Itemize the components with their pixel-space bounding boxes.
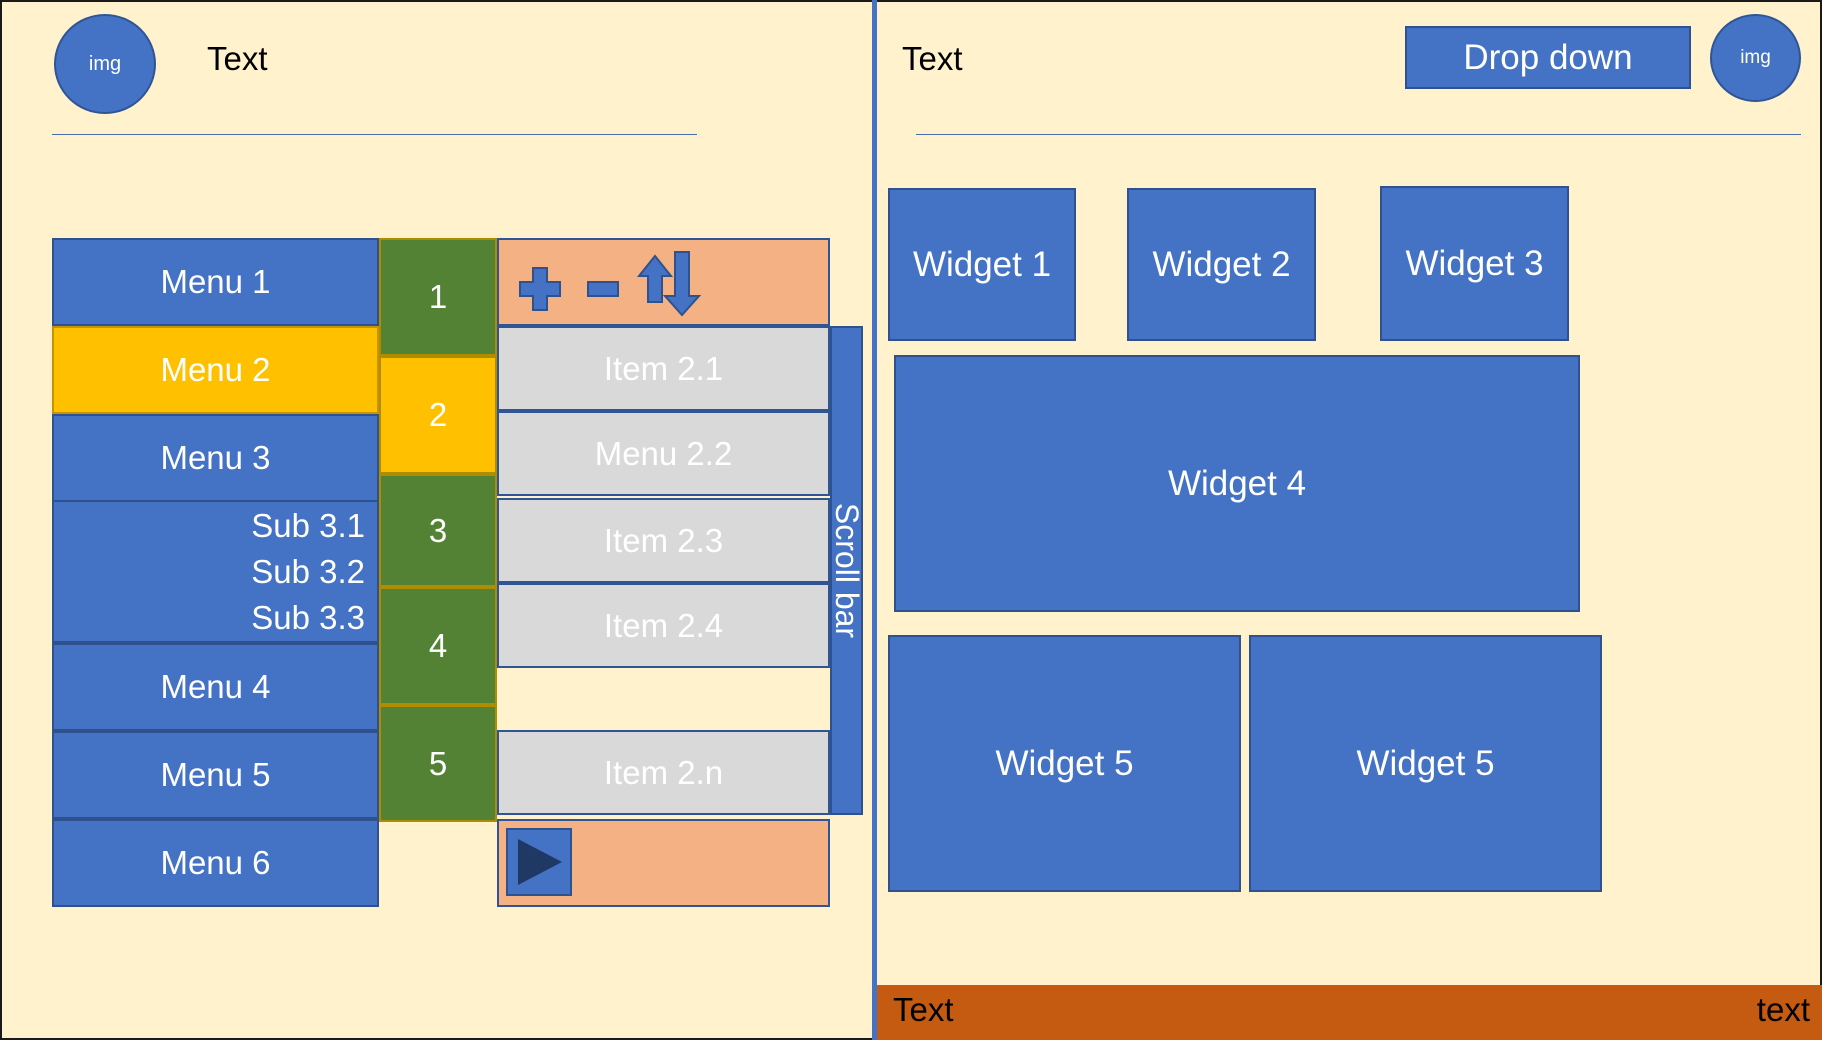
widget-1[interactable]: Widget 1 — [888, 188, 1076, 341]
play-button[interactable] — [506, 828, 572, 896]
number-tab-5[interactable]: 5 — [379, 705, 497, 822]
number-tab-label: 1 — [428, 278, 448, 315]
minus-icon[interactable] — [587, 281, 619, 297]
arrow-down-icon[interactable] — [662, 251, 702, 317]
list-item-label: Item 2.1 — [603, 349, 724, 387]
number-tab-1[interactable]: 1 — [379, 238, 497, 356]
list-item[interactable]: Item 2.4 — [497, 583, 830, 668]
menu-item-label: Menu 3 — [160, 439, 271, 476]
widget-5[interactable]: Widget 5 — [888, 635, 1241, 892]
number-tab-label: 2 — [428, 396, 448, 433]
list-item[interactable]: Item 2.3 — [497, 498, 830, 583]
menu-item-label: Menu 6 — [160, 844, 271, 881]
dropdown-button[interactable]: Drop down — [1405, 26, 1691, 89]
menu-item-label: Menu 5 — [160, 756, 271, 793]
number-tab-label: 5 — [428, 744, 448, 782]
submenu-item-3-2[interactable]: Sub 3.2 — [251, 549, 365, 595]
right-title: Text — [902, 40, 963, 77]
menu-item-5[interactable]: Menu 5 — [52, 731, 379, 819]
menu-item-6[interactable]: Menu 6 — [52, 819, 379, 907]
number-tab-3[interactable]: 3 — [379, 474, 497, 587]
right-divider-line — [916, 134, 1801, 135]
widget-4[interactable]: Widget 4 — [894, 355, 1580, 612]
status-bar: Text text — [877, 985, 1822, 1040]
panel-divider — [872, 0, 877, 1040]
number-tab-2[interactable]: 2 — [379, 356, 497, 474]
dropdown-label: Drop down — [1463, 37, 1633, 77]
list-item-label: Menu 2.2 — [594, 434, 733, 472]
list-item-label: Item 2.3 — [603, 521, 724, 559]
menu-item-4[interactable]: Menu 4 — [52, 643, 379, 731]
widget-label: Widget 5 — [1356, 743, 1495, 783]
widget-label: Widget 4 — [1167, 463, 1307, 503]
menu-item-label: Menu 4 — [160, 668, 271, 705]
submenu-item-3-3[interactable]: Sub 3.3 — [251, 595, 365, 641]
menu-item-label: Menu 1 — [160, 263, 271, 300]
number-tab-label: 3 — [428, 511, 448, 549]
widget-label: Widget 5 — [995, 743, 1134, 783]
list-item[interactable]: Menu 2.2 — [497, 411, 830, 496]
status-bar-left-text: Text — [893, 991, 954, 1028]
submenu-item-3-1[interactable]: Sub 3.1 — [251, 503, 365, 549]
avatar[interactable]: img — [1710, 14, 1801, 102]
menu-item-3[interactable]: Menu 3 — [52, 414, 379, 502]
list-item[interactable]: Item 2.n — [497, 730, 830, 815]
menu-item-label: Menu 2 — [160, 351, 271, 388]
list-item-label: Item 2.4 — [603, 606, 724, 644]
widget-5-second[interactable]: Widget 5 — [1249, 635, 1602, 892]
left-divider-line — [52, 134, 697, 135]
status-bar-right-text: text — [1756, 991, 1810, 1028]
widget-label: Widget 3 — [1405, 243, 1544, 283]
number-tab-4[interactable]: 4 — [379, 587, 497, 705]
scrollbar-label: Scroll bar — [829, 502, 865, 639]
list-item-label: Item 2.n — [603, 753, 724, 791]
number-tab-label: 4 — [428, 627, 448, 664]
menu-item-1[interactable]: Menu 1 — [52, 238, 379, 326]
widget-label: Widget 1 — [912, 244, 1052, 284]
widget-label: Widget 2 — [1152, 244, 1291, 284]
submenu-3: Sub 3.1 Sub 3.2 Sub 3.3 — [52, 500, 379, 643]
list-item[interactable]: Item 2.1 — [497, 326, 830, 411]
plus-icon[interactable] — [519, 267, 561, 311]
scrollbar[interactable]: Scroll bar — [829, 326, 865, 815]
avatar-label: img — [1740, 47, 1771, 68]
item-toolbar — [497, 238, 830, 326]
avatar-label: img — [88, 52, 122, 75]
left-title: Text — [207, 40, 268, 77]
avatar[interactable]: img — [54, 14, 156, 114]
play-icon — [518, 839, 562, 885]
widget-2[interactable]: Widget 2 — [1127, 188, 1316, 341]
widget-3[interactable]: Widget 3 — [1380, 186, 1569, 341]
menu-item-2[interactable]: Menu 2 — [52, 326, 379, 414]
